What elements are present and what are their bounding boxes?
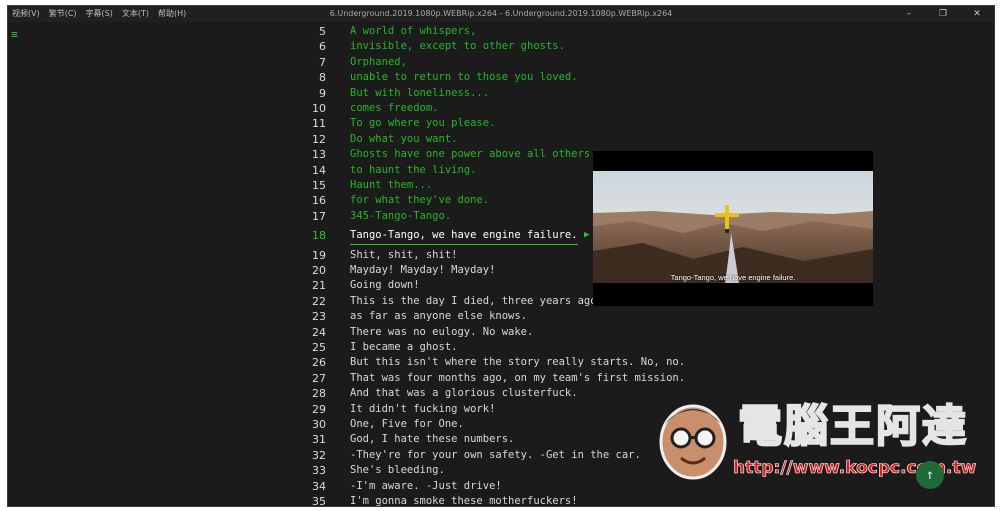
line-text: God, I hate these numbers. <box>350 433 515 446</box>
line-text: 345-Tango-Tango. <box>350 209 452 222</box>
line-number: 23 <box>312 310 326 324</box>
line-number: 17 <box>312 209 326 223</box>
line-text: -I'm aware. -Just drive! <box>350 479 502 492</box>
line-number: 21 <box>312 279 326 293</box>
line-text: But this isn't where the story really st… <box>350 356 686 369</box>
line-number: 11 <box>312 117 326 131</box>
menu-help[interactable]: 帮助(H) <box>158 6 186 22</box>
arrow-up-icon: ↑ <box>925 467 935 483</box>
line-number: 8 <box>319 71 326 85</box>
line-number: 24 <box>312 325 326 339</box>
subtitle-line[interactable]: 9 But with loneliness... <box>298 86 718 101</box>
line-text: It didn't fucking work! <box>350 402 496 415</box>
line-text: Tango-Tango, we have engine failure. <box>350 228 578 246</box>
menu-bar: 视频(V) 繁节(C) 字幕(S) 文本(T) 帮助(H) <box>12 6 186 22</box>
line-number: 28 <box>312 387 326 401</box>
line-number: 9 <box>319 86 326 100</box>
line-text: She's bleeding. <box>350 464 445 477</box>
line-text: To go where you please. <box>350 117 496 130</box>
line-text: This is the day I died, three years ago <box>350 294 597 307</box>
subtitle-line[interactable]: 24 There was no eulogy. No wake. <box>298 325 718 340</box>
line-number: 10 <box>312 102 326 115</box>
line-text: to haunt the living. <box>350 163 477 176</box>
line-text: One, Five for One. <box>350 418 464 430</box>
line-text: I became a ghost. <box>350 341 458 353</box>
line-number: 13 <box>312 148 326 162</box>
line-number: 6 <box>319 40 326 54</box>
line-text: unable to return to those you loved. <box>350 71 578 84</box>
restore-button[interactable]: ❐ <box>926 6 960 22</box>
subtitle-line[interactable]: 8 unable to return to those you loved. <box>298 70 718 85</box>
subtitle-line[interactable]: 25 I became a ghost. <box>298 340 718 355</box>
line-text: for what they've done. <box>350 194 490 207</box>
line-number: 16 <box>312 194 326 208</box>
line-number: 19 <box>312 248 326 262</box>
video-subtitle: Tango-Tango, we have engine failure. <box>670 273 796 282</box>
line-number: 22 <box>312 294 326 308</box>
subtitle-line[interactable]: 35 I'm gonna smoke these motherfuckers! <box>298 494 718 507</box>
line-number: 33 <box>312 464 326 478</box>
line-text: comes freedom. <box>350 102 439 114</box>
line-number: 34 <box>312 479 326 493</box>
line-text: Ghosts have one power above all others. <box>350 148 597 161</box>
menu-chapters[interactable]: 繁节(C) <box>49 6 77 22</box>
line-text: Mayday! Mayday! Mayday! <box>350 264 496 276</box>
line-text: invisible, except to other ghosts. <box>350 40 565 53</box>
video-frame <box>593 171 873 283</box>
list-icon[interactable]: ≡ <box>11 28 18 41</box>
line-number: 35 <box>312 495 326 507</box>
line-number: 30 <box>312 418 326 431</box>
line-text: as far as anyone else knows. <box>350 310 528 323</box>
subtitle-line[interactable]: 27 That was four months ago, on my team's… <box>298 371 718 386</box>
subtitle-line[interactable]: 26 But this isn't where the story really … <box>298 355 718 370</box>
line-text: Going down! <box>350 279 420 292</box>
line-number: 12 <box>312 132 326 146</box>
line-number: 5 <box>319 25 326 38</box>
watermark-text: 電腦王阿達 <box>737 400 968 453</box>
line-text: Shit, shit, shit! <box>350 248 458 261</box>
title-bar: 6.Underground.2019.1080p.WEBRip.x264 - 6… <box>8 6 994 22</box>
line-text: Orphaned, <box>350 55 407 68</box>
menu-text[interactable]: 文本(T) <box>122 6 149 22</box>
minimize-button[interactable]: – <box>892 6 926 22</box>
line-number: 7 <box>319 55 326 69</box>
subtitle-line[interactable]: 7 Orphaned, <box>298 55 718 70</box>
line-text: But with loneliness... <box>350 86 490 99</box>
line-text: Do what you want. <box>350 132 458 145</box>
line-text: A world of whispers, <box>350 25 477 37</box>
line-number: 29 <box>312 402 326 416</box>
play-marker-icon: ▶ <box>584 230 590 241</box>
subtitle-line[interactable]: 5 A world of whispers, <box>298 24 718 39</box>
window-controls: – ❐ ✕ <box>892 6 994 22</box>
line-number: 27 <box>312 371 326 385</box>
app-window: 6.Underground.2019.1080p.WEBRip.x264 - 6… <box>7 5 995 507</box>
scroll-top-button[interactable]: ↑ <box>916 461 944 489</box>
menu-video[interactable]: 视频(V) <box>12 6 40 22</box>
line-number: 31 <box>312 433 326 447</box>
line-text: -They're for your own safety. -Get in th… <box>350 448 641 461</box>
subtitle-line[interactable]: 23 as far as anyone else knows. <box>298 309 718 324</box>
close-button[interactable]: ✕ <box>960 6 994 22</box>
line-number: 15 <box>312 179 326 192</box>
line-number: 25 <box>312 341 326 354</box>
line-text: And that was a glorious clusterfuck. <box>350 387 578 400</box>
line-number: 26 <box>312 356 326 370</box>
line-text: That was four months ago, on my team's f… <box>350 371 686 384</box>
subtitle-line[interactable]: 12 Do what you want. <box>298 132 718 147</box>
subtitle-line[interactable]: 11 To go where you please. <box>298 116 718 131</box>
subtitle-line[interactable]: 6 invisible, except to other ghosts. <box>298 39 718 54</box>
line-text: I'm gonna smoke these motherfuckers! <box>350 495 578 507</box>
subtitle-line[interactable]: 10 comes freedom. <box>298 101 718 116</box>
line-number: 14 <box>312 163 326 177</box>
menu-subtitles[interactable]: 字幕(S) <box>86 6 113 22</box>
line-number: 32 <box>312 448 326 462</box>
line-number: 18 <box>312 229 326 243</box>
video-player[interactable]: Tango-Tango, we have engine failure. <box>593 151 873 306</box>
line-text: There was no eulogy. No wake. <box>350 325 534 338</box>
line-text: Haunt them... <box>350 179 433 191</box>
mascot-logo <box>659 404 727 480</box>
line-number: 20 <box>312 264 326 277</box>
